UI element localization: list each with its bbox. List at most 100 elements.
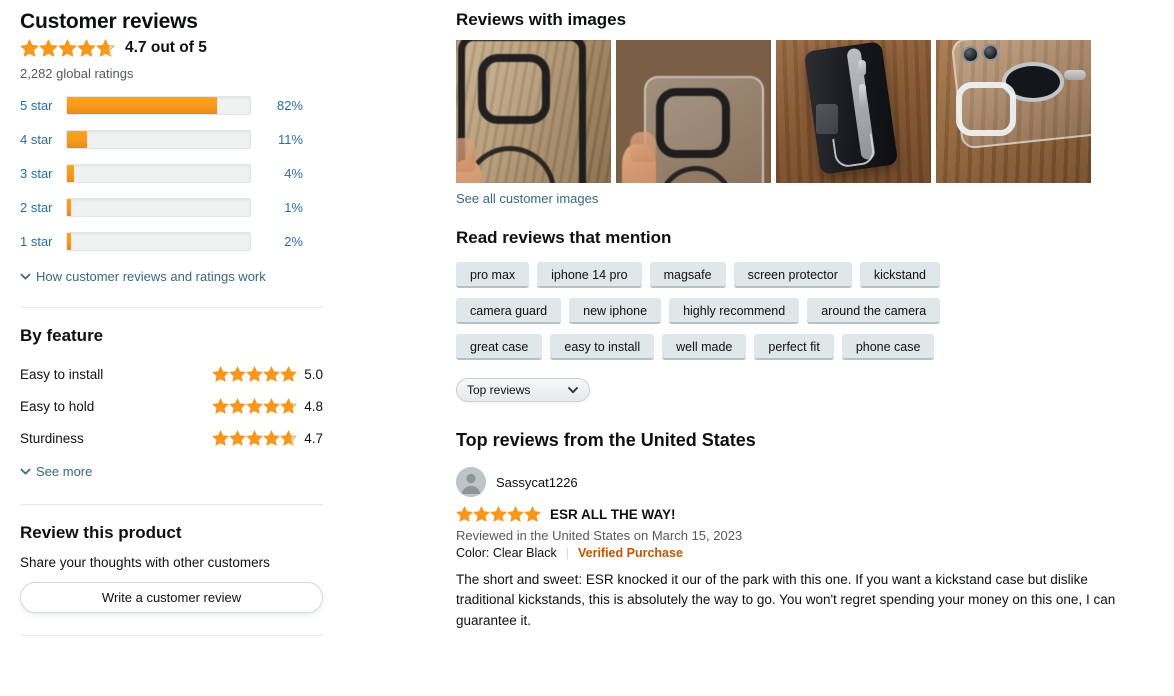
top-reviews-title: Top reviews from the United States (456, 430, 756, 450)
feature-rating: 5.0 (212, 366, 323, 382)
review-star-rating[interactable] (456, 506, 541, 522)
histogram-label-4-star[interactable]: 4 star (20, 132, 66, 147)
review-keyword-tag[interactable]: pro max (456, 262, 530, 288)
review-keyword-tag[interactable]: around the camera (807, 298, 941, 324)
overall-star-rating[interactable] (20, 39, 115, 57)
by-feature-title: By feature (20, 326, 104, 346)
histogram-label-5-star[interactable]: 5 star (20, 98, 66, 113)
star-icon (77, 39, 96, 57)
review-keyword-tag[interactable]: highly recommend (669, 298, 800, 324)
histogram-row: 1 star 2% (20, 229, 325, 253)
review-keyword-tags: pro max iphone 14 pro magsafe screen protec… (456, 262, 1016, 360)
star-icon (524, 506, 541, 522)
feature-star-rating (212, 366, 297, 382)
customer-image-thumbnails (456, 40, 1156, 183)
histogram-bar-track[interactable] (66, 163, 251, 183)
feature-score: 5.0 (304, 366, 323, 382)
feature-rating-row: Easy to install 5.0 (20, 358, 323, 390)
star-icon (473, 506, 490, 522)
feature-name: Easy to install (20, 366, 104, 382)
feature-rating-row: Easy to hold 4.8 (20, 390, 323, 422)
histogram-percent[interactable]: 1% (251, 200, 303, 215)
star-icon (229, 366, 246, 382)
review-title[interactable]: ESR ALL THE WAY! (550, 507, 676, 522)
see-more-features-link[interactable]: See more (20, 464, 92, 479)
histogram-row: 5 star 82% (20, 93, 325, 117)
histogram-bar-fill (67, 164, 74, 182)
histogram-row: 2 star 1% (20, 195, 325, 219)
ratings-histogram: 5 star 82% 4 star 11% 3 star 4% 2 star 1% 1 star… (20, 93, 325, 253)
review-date: Reviewed in the United States on March 1… (456, 528, 743, 543)
review-keyword-tag[interactable]: well made (662, 334, 747, 360)
sort-reviews-dropdown[interactable]: Top reviews (456, 378, 590, 402)
review-keyword-tag[interactable]: camera guard (456, 298, 562, 324)
histogram-bar-track[interactable] (66, 95, 251, 115)
chevron-down-icon (20, 271, 31, 282)
tag-row: great case easy to install well made perfec… (456, 334, 1016, 360)
thumbnail-image-1 (456, 40, 611, 183)
review-meta: Color: Clear Black | Verified Purchase (456, 546, 1156, 560)
customer-image-thumbnail[interactable] (456, 40, 611, 183)
divider (20, 635, 323, 637)
review-header: ESR ALL THE WAY! (456, 506, 1156, 522)
review-keyword-tag[interactable]: kickstand (859, 262, 940, 288)
histogram-bar-fill (67, 96, 217, 114)
star-icon (229, 398, 246, 414)
review-keyword-tag[interactable]: new iphone (569, 298, 662, 324)
customer-image-thumbnail[interactable] (936, 40, 1091, 183)
histogram-bar-track[interactable] (66, 197, 251, 217)
review-keyword-tag[interactable]: iphone 14 pro (537, 262, 642, 288)
review-this-product-title: Review this product (20, 523, 182, 543)
histogram-percent[interactable]: 2% (251, 234, 303, 249)
star-icon (507, 506, 524, 522)
star-icon (246, 366, 263, 382)
write-customer-review-button[interactable]: Write a customer review (20, 582, 323, 614)
feature-star-rating (212, 398, 297, 414)
chevron-down-icon (20, 466, 31, 477)
overall-rating-row[interactable]: 4.7 out of 5 (20, 39, 325, 57)
review-keyword-tag[interactable]: phone case (841, 334, 935, 360)
review-keyword-tag[interactable]: great case (456, 334, 543, 360)
thumbnail-image-4 (936, 40, 1091, 183)
review-keyword-tag[interactable]: perfect fit (754, 334, 834, 360)
histogram-label-3-star[interactable]: 3 star (20, 166, 66, 181)
verified-purchase-badge[interactable]: Verified Purchase (578, 546, 683, 560)
histogram-percent[interactable]: 4% (251, 166, 303, 181)
histogram-bar-track[interactable] (66, 129, 251, 149)
review-keyword-tag[interactable]: screen protector (733, 262, 852, 288)
how-reviews-work-label: How customer reviews and ratings work (36, 269, 266, 285)
feature-name: Easy to hold (20, 398, 95, 414)
histogram-percent[interactable]: 82% (251, 98, 303, 113)
feature-rating: 4.8 (212, 398, 323, 414)
customer-image-thumbnail[interactable] (616, 40, 771, 183)
histogram-row: 4 star 11% (20, 127, 325, 151)
customer-image-thumbnail[interactable] (776, 40, 931, 183)
star-icon (263, 430, 280, 446)
thumbnail-image-2 (616, 40, 771, 183)
star-icon (229, 430, 246, 446)
reviewer-name[interactable]: Sassycat1226 (496, 475, 578, 490)
feature-rating-row: Sturdiness 4.7 (20, 422, 323, 454)
divider (20, 307, 323, 309)
histogram-percent[interactable]: 11% (251, 132, 303, 147)
star-icon (246, 398, 263, 414)
reviewer-row: Sassycat1226 (456, 467, 1156, 497)
histogram-bar-track[interactable] (66, 231, 251, 251)
star-icon (58, 39, 77, 57)
feature-score: 4.7 (304, 430, 323, 446)
review-color-variant[interactable]: Color: Clear Black (456, 546, 557, 560)
how-reviews-work-link[interactable]: How customer reviews and ratings work (20, 269, 266, 284)
feature-star-rating (212, 430, 297, 446)
review-keyword-tag[interactable]: easy to install (550, 334, 655, 360)
reviews-list: Sassycat1226 ESR ALL THE WAY! Reviewed in … (456, 467, 1156, 631)
star-icon (39, 39, 58, 57)
review-keyword-tag[interactable]: magsafe (649, 262, 726, 288)
histogram-bar-fill (67, 232, 71, 250)
histogram-label-1-star[interactable]: 1 star (20, 234, 66, 249)
tag-row: pro max iphone 14 pro magsafe screen protec… (456, 262, 1016, 288)
histogram-label-2-star[interactable]: 2 star (20, 200, 66, 215)
star-icon (246, 430, 263, 446)
star-icon (490, 506, 507, 522)
tag-row: camera guard new iphone highly recommend ar… (456, 298, 1016, 324)
see-all-customer-images-link[interactable]: See all customer images (456, 191, 598, 206)
